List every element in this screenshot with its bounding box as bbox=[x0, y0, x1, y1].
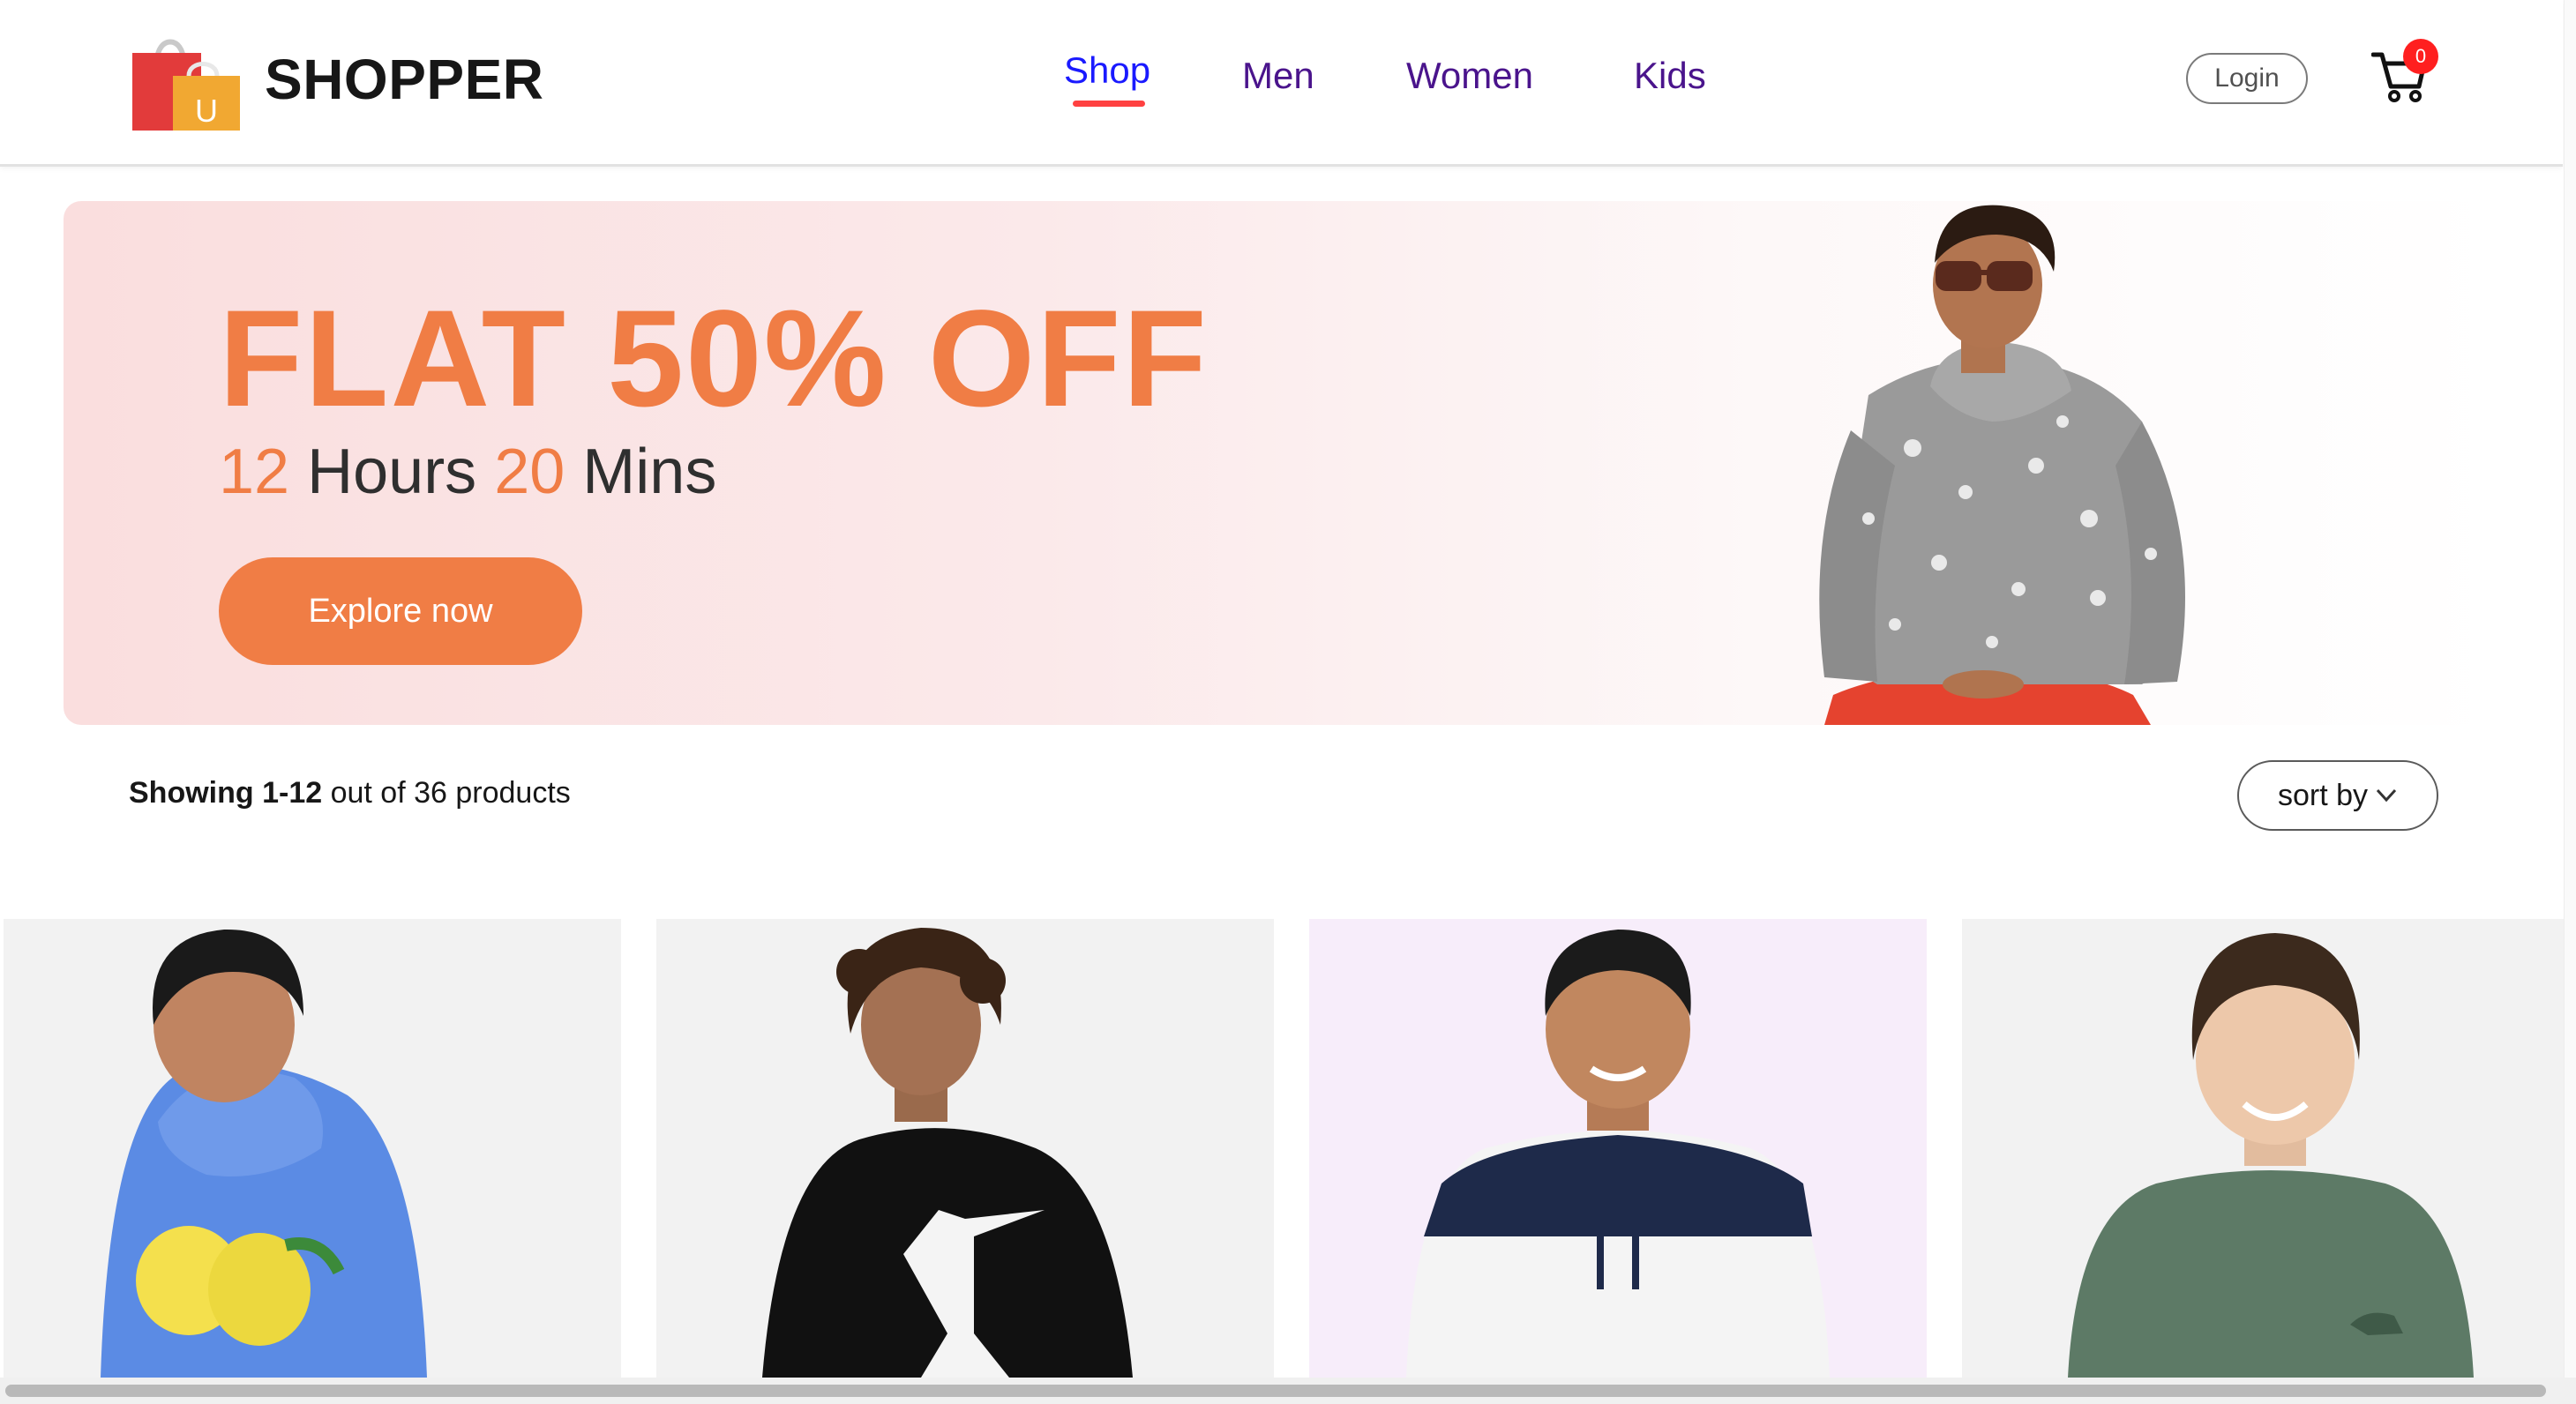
product-card[interactable] bbox=[1962, 919, 2576, 1378]
svg-text:U: U bbox=[195, 93, 218, 129]
countdown-mins-value: 20 bbox=[494, 437, 565, 507]
product-image-blue-hoodie bbox=[4, 919, 621, 1378]
countdown-mins-label: Mins bbox=[582, 437, 717, 507]
cart-count-badge: 0 bbox=[2403, 39, 2438, 74]
horizontal-scrollbar-thumb[interactable] bbox=[5, 1385, 2546, 1397]
vertical-scrollbar[interactable] bbox=[2564, 0, 2576, 1378]
countdown-hours-value: 12 bbox=[219, 437, 290, 507]
hero-banner: FLAT 50% OFF 12 Hours 20 Mins Explore no… bbox=[64, 201, 2497, 725]
sort-by-dropdown[interactable]: sort by bbox=[2237, 760, 2438, 831]
sort-by-label: sort by bbox=[2277, 778, 2369, 812]
countdown-hours-label: Hours bbox=[307, 437, 477, 507]
chevron-down-icon bbox=[2376, 788, 2397, 803]
shopping-bag-icon: U bbox=[132, 39, 240, 131]
explore-now-button[interactable]: Explore now bbox=[219, 557, 582, 665]
product-card[interactable] bbox=[4, 919, 621, 1378]
results-total: out of 36 products bbox=[330, 776, 571, 810]
active-nav-underline bbox=[1073, 101, 1145, 107]
product-image-black-hoodie bbox=[656, 919, 1274, 1378]
hero-model-image bbox=[1819, 205, 2185, 725]
hero-headline: FLAT 50% OFF bbox=[219, 282, 1209, 436]
top-navbar: U SHOPPER Shop Men Women Kids Login 0 bbox=[0, 0, 2563, 167]
nav-item-kids[interactable]: Kids bbox=[1634, 55, 1706, 97]
product-image-green-sweatshirt bbox=[1962, 919, 2576, 1378]
horizontal-scrollbar[interactable] bbox=[0, 1378, 2576, 1404]
results-range: Showing 1-12 bbox=[129, 776, 323, 810]
brand-name: SHOPPER bbox=[265, 48, 544, 111]
product-card[interactable] bbox=[656, 919, 1274, 1378]
product-card[interactable] bbox=[1309, 919, 1927, 1378]
login-button[interactable]: Login bbox=[2186, 53, 2308, 104]
nav-item-men[interactable]: Men bbox=[1242, 55, 1314, 97]
results-summary: Showing 1-12 out of 36 products bbox=[129, 776, 571, 810]
product-image-colorblock-hoodie bbox=[1309, 919, 1927, 1378]
brand-logo[interactable]: U SHOPPER bbox=[131, 26, 543, 132]
hero-countdown: 12 Hours 20 Mins bbox=[219, 436, 716, 508]
nav-item-women[interactable]: Women bbox=[1406, 55, 1533, 97]
nav-item-shop[interactable]: Shop bbox=[1064, 49, 1150, 92]
